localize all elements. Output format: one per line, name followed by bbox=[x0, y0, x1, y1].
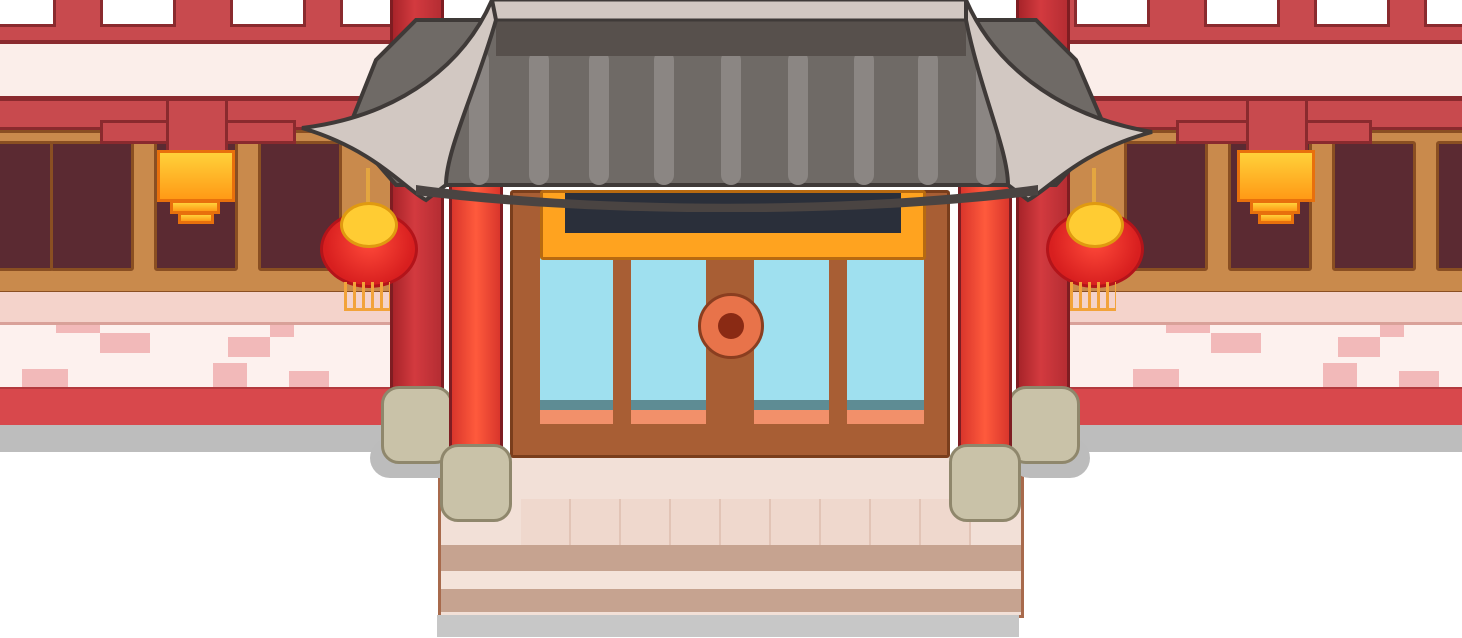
right-wing-shadow bbox=[1064, 425, 1462, 452]
left-wing-base bbox=[0, 387, 400, 427]
stair-tile bbox=[821, 499, 871, 545]
temple-roof bbox=[301, 0, 1153, 212]
right-wing-base bbox=[1064, 387, 1462, 427]
pillar-plinth bbox=[1008, 386, 1080, 464]
left-wing-sill bbox=[0, 292, 400, 325]
tile-ridge bbox=[918, 50, 938, 185]
window-pane bbox=[0, 141, 54, 271]
lattice-pattern bbox=[1204, 0, 1280, 27]
pillar-plinth bbox=[949, 444, 1021, 522]
stair-step bbox=[441, 589, 1021, 612]
entrance-stairs bbox=[438, 455, 1024, 618]
lantern-icon bbox=[1046, 168, 1144, 311]
stair-tile bbox=[621, 499, 671, 545]
left-wing-shadow bbox=[0, 425, 400, 452]
roof-crest bbox=[490, 0, 968, 22]
lamp-icon bbox=[1237, 150, 1315, 202]
window-pane bbox=[1332, 141, 1416, 271]
lattice-pattern bbox=[1424, 0, 1462, 27]
pillar-plinth bbox=[440, 444, 512, 522]
lattice-pattern bbox=[0, 0, 56, 27]
lantern-tassel bbox=[344, 282, 390, 311]
lantern-cap bbox=[340, 202, 398, 248]
roof-bottom-edge bbox=[416, 185, 1038, 212]
lantern-icon bbox=[320, 168, 418, 311]
right-wing-sill bbox=[1064, 292, 1462, 325]
stair-tile bbox=[521, 499, 571, 545]
doorknob-icon[interactable] bbox=[698, 293, 764, 359]
brick bbox=[289, 371, 329, 387]
left-wing-brick-wall bbox=[0, 325, 400, 387]
brick bbox=[1323, 363, 1357, 387]
tile-ridge bbox=[721, 50, 741, 185]
tile-ridge bbox=[654, 50, 674, 185]
tile-ridge bbox=[854, 50, 874, 185]
lattice-pattern bbox=[100, 0, 176, 27]
brick bbox=[270, 325, 294, 337]
stair-tile bbox=[771, 499, 821, 545]
brick bbox=[1380, 325, 1404, 337]
lantern-string bbox=[366, 168, 370, 204]
lattice-pattern bbox=[1314, 0, 1390, 27]
lamp-base bbox=[1258, 212, 1294, 224]
stair-step bbox=[441, 571, 1021, 589]
brick bbox=[56, 325, 100, 333]
stair-tile bbox=[671, 499, 721, 545]
brick bbox=[1133, 369, 1179, 387]
tile-ridge bbox=[529, 50, 549, 185]
window-pane bbox=[1436, 141, 1462, 271]
lamp-base bbox=[178, 212, 214, 224]
stair-step bbox=[441, 545, 1021, 571]
right-wing-brick-wall bbox=[1064, 325, 1462, 387]
door-mullion bbox=[829, 256, 847, 424]
brick bbox=[228, 337, 270, 357]
lantern-string bbox=[1092, 168, 1096, 204]
door-mullion bbox=[613, 256, 631, 424]
brick bbox=[1211, 333, 1261, 353]
brick bbox=[1399, 371, 1439, 387]
lattice-pattern bbox=[230, 0, 306, 27]
stair-tile bbox=[721, 499, 771, 545]
brick bbox=[1166, 325, 1210, 333]
tile-ridge bbox=[788, 50, 808, 185]
brick bbox=[22, 369, 68, 387]
window-pane bbox=[50, 141, 134, 271]
brick bbox=[1338, 337, 1380, 357]
lamp-icon bbox=[157, 150, 235, 202]
lantern-tassel bbox=[1070, 282, 1116, 311]
stairs-shadow bbox=[437, 615, 1019, 637]
lantern-cap bbox=[1066, 202, 1124, 248]
roof-top-band bbox=[496, 20, 966, 56]
tile-ridge bbox=[589, 50, 609, 185]
brick bbox=[100, 333, 150, 353]
brick bbox=[213, 363, 247, 387]
stair-tile bbox=[871, 499, 921, 545]
stair-tile bbox=[571, 499, 621, 545]
